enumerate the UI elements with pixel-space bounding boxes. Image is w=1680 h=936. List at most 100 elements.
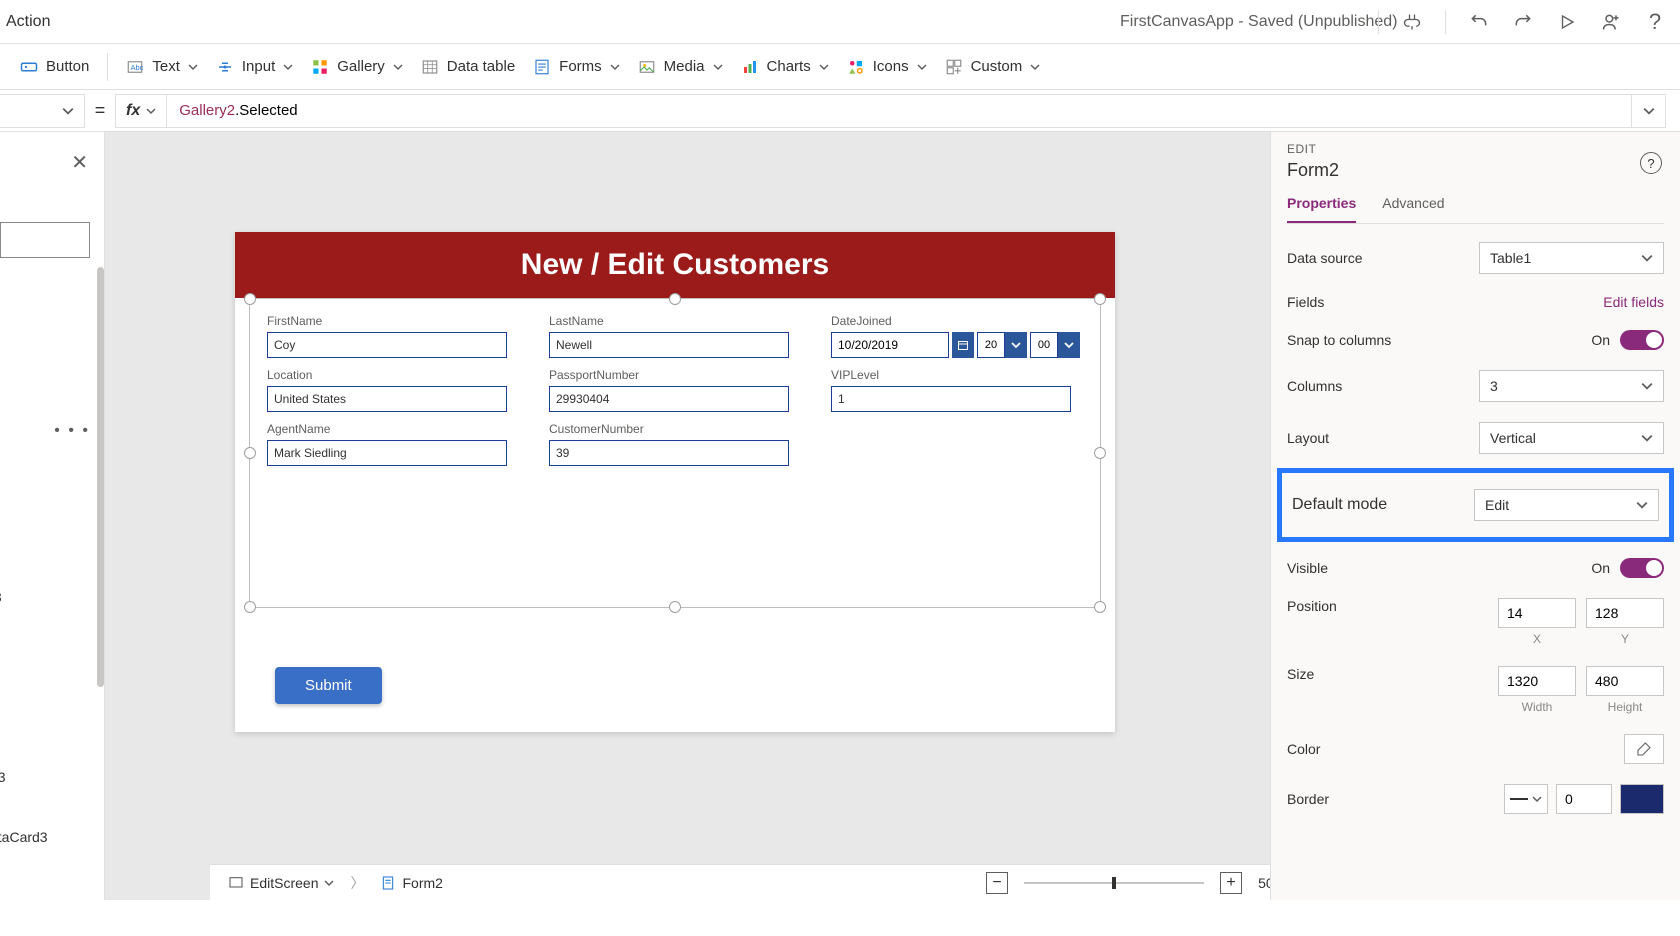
- last-name-input[interactable]: [549, 332, 789, 358]
- passport-input[interactable]: [549, 386, 789, 412]
- layout-select[interactable]: Vertical: [1479, 422, 1664, 454]
- prop-label: Visible: [1287, 560, 1328, 576]
- zoom-in-button[interactable]: +: [1220, 872, 1242, 894]
- resize-handle[interactable]: [244, 447, 256, 459]
- resize-handle[interactable]: [1094, 447, 1106, 459]
- chevron-down-icon[interactable]: [1005, 332, 1027, 358]
- columns-select[interactable]: 3: [1479, 370, 1664, 402]
- border-color-swatch[interactable]: [1620, 784, 1664, 814]
- prop-label: Color: [1287, 741, 1320, 757]
- position-y-input[interactable]: [1586, 598, 1664, 628]
- date-hour-input[interactable]: [977, 332, 1005, 358]
- insert-text[interactable]: Abc Text: [126, 58, 198, 76]
- chevron-down-icon[interactable]: [1058, 332, 1080, 358]
- resize-handle[interactable]: [1094, 293, 1106, 305]
- border-style-select[interactable]: [1504, 784, 1548, 814]
- breadcrumb-form[interactable]: Form2: [380, 875, 442, 891]
- chevron-down-icon: [1641, 432, 1653, 444]
- insert-input[interactable]: Input: [216, 58, 293, 76]
- insert-data-table[interactable]: Data table: [421, 58, 515, 76]
- tree-scrollbar[interactable]: [97, 267, 104, 687]
- first-name-input[interactable]: [267, 332, 507, 358]
- prop-label: Fields: [1287, 294, 1324, 310]
- app-checker-icon[interactable]: [1401, 11, 1423, 33]
- axis-label: X: [1498, 632, 1576, 646]
- select-value: Vertical: [1490, 430, 1536, 446]
- chevron-down-icon: [1636, 499, 1648, 511]
- chevron-down-icon: [610, 62, 620, 72]
- tree-item-menu[interactable]: • • •: [54, 422, 90, 440]
- undo-icon[interactable]: [1468, 11, 1490, 33]
- breadcrumb-label: Form2: [402, 875, 442, 891]
- chevron-down-icon: [1532, 794, 1542, 804]
- resize-handle[interactable]: [1094, 601, 1106, 613]
- color-picker-button[interactable]: [1624, 734, 1664, 764]
- dim-label: Width: [1498, 700, 1576, 714]
- fx-label: fx: [126, 102, 140, 120]
- app-canvas[interactable]: New / Edit Customers FirstName: [235, 232, 1115, 732]
- height-input[interactable]: [1586, 666, 1664, 696]
- resize-handle[interactable]: [244, 293, 256, 305]
- play-preview-icon[interactable]: [1556, 11, 1578, 33]
- toggle-state: On: [1591, 560, 1610, 576]
- tab-properties[interactable]: Properties: [1287, 195, 1356, 223]
- insert-charts[interactable]: Charts: [741, 58, 829, 76]
- help-icon[interactable]: ?: [1640, 152, 1662, 174]
- zoom-thumb[interactable]: [1112, 877, 1116, 889]
- location-input[interactable]: [267, 386, 507, 412]
- border-width-input[interactable]: [1556, 784, 1612, 814]
- resize-handle[interactable]: [669, 293, 681, 305]
- svg-text:Abc: Abc: [131, 63, 144, 72]
- close-icon[interactable]: ✕: [71, 150, 88, 175]
- submit-button[interactable]: Submit: [275, 667, 382, 704]
- insert-gallery[interactable]: Gallery: [311, 58, 403, 76]
- width-input[interactable]: [1498, 666, 1576, 696]
- insert-icons[interactable]: Icons: [847, 58, 927, 76]
- calendar-icon[interactable]: [952, 332, 974, 358]
- insert-custom[interactable]: Custom: [945, 58, 1041, 76]
- breadcrumb-label: EditScreen: [250, 875, 318, 891]
- edit-fields-link[interactable]: Edit fields: [1603, 294, 1664, 310]
- ribbon-label: Gallery: [337, 58, 385, 75]
- customer-number-input[interactable]: [549, 440, 789, 466]
- separator: [107, 53, 108, 81]
- zoom-slider[interactable]: [1024, 882, 1204, 884]
- date-joined-input[interactable]: [831, 332, 949, 358]
- tree-search-input[interactable]: [0, 222, 90, 258]
- prop-label: Size: [1287, 666, 1314, 682]
- app-title: FirstCanvasApp - Saved (Unpublished): [1120, 13, 1397, 31]
- share-user-icon[interactable]: [1600, 11, 1622, 33]
- field-label: DateJoined: [831, 314, 1083, 328]
- property-dropdown[interactable]: [0, 94, 85, 128]
- axis-label: Y: [1586, 632, 1664, 646]
- ribbon-label: Charts: [767, 58, 811, 75]
- help-icon[interactable]: ?: [1644, 11, 1666, 33]
- formula-input[interactable]: Gallery2.Selected: [167, 94, 1632, 128]
- formula-expand[interactable]: [1632, 94, 1666, 128]
- menu-action[interactable]: Action: [0, 13, 50, 31]
- breadcrumb-screen[interactable]: EditScreen: [228, 875, 334, 891]
- chevron-down-icon: [819, 62, 829, 72]
- chevron-down-icon: [1030, 62, 1040, 72]
- agent-input[interactable]: [267, 440, 507, 466]
- insert-forms[interactable]: Forms: [533, 58, 620, 76]
- chevron-down-icon: [917, 62, 927, 72]
- insert-media[interactable]: Media: [638, 58, 723, 76]
- snap-toggle[interactable]: [1620, 330, 1664, 350]
- insert-button[interactable]: Button: [20, 58, 89, 76]
- default-mode-select[interactable]: Edit: [1474, 489, 1659, 521]
- date-min-input[interactable]: [1030, 332, 1058, 358]
- data-source-select[interactable]: Table1: [1479, 242, 1664, 274]
- chevron-down-icon: [1641, 252, 1653, 264]
- vip-input[interactable]: [831, 386, 1071, 412]
- zoom-out-button[interactable]: −: [986, 872, 1008, 894]
- resize-handle[interactable]: [244, 601, 256, 613]
- tab-advanced[interactable]: Advanced: [1382, 195, 1444, 223]
- redo-icon[interactable]: [1512, 11, 1534, 33]
- position-x-input[interactable]: [1498, 598, 1576, 628]
- ribbon-label: Data table: [447, 58, 515, 75]
- fx-button[interactable]: fx: [115, 94, 167, 128]
- visible-toggle[interactable]: [1620, 558, 1664, 578]
- resize-handle[interactable]: [669, 601, 681, 613]
- prop-label: Data source: [1287, 250, 1362, 266]
